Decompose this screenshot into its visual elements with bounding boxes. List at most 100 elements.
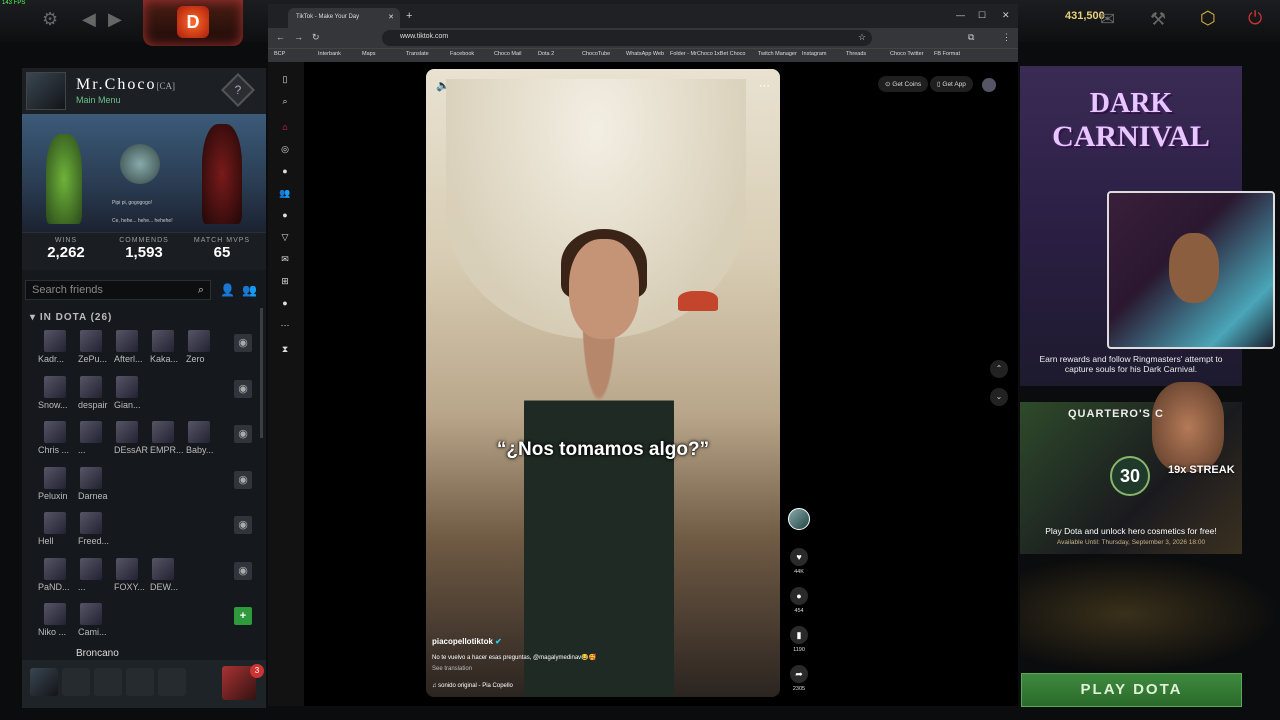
friend-avatar[interactable] xyxy=(188,421,210,443)
video-more-icon[interactable]: ⋯ xyxy=(759,79,770,92)
more-icon[interactable]: ⋯ xyxy=(279,320,291,332)
friend-avatar[interactable] xyxy=(116,330,138,352)
star-icon[interactable]: ☆ xyxy=(858,32,866,43)
watch-eye-icon[interactable]: ◉ xyxy=(234,379,252,398)
friend-avatar[interactable] xyxy=(116,557,138,580)
watch-eye-icon[interactable]: ◉ xyxy=(234,516,252,534)
friend-avatar[interactable] xyxy=(188,330,210,352)
bookmark-icon[interactable]: ▮ xyxy=(790,626,808,644)
bookmark-item[interactable]: Instagram xyxy=(802,51,826,57)
user-avatar[interactable] xyxy=(982,78,996,92)
plus-icon[interactable]: ⬡ xyxy=(1200,8,1216,29)
friend-name[interactable]: Niko ... xyxy=(38,627,66,637)
get-coins-button[interactable]: ⊙ Get Coins xyxy=(878,76,929,92)
heart-icon[interactable]: ♥ xyxy=(790,548,808,566)
friend-avatar[interactable] xyxy=(152,557,174,580)
friend-name[interactable]: Kadr... xyxy=(38,354,64,364)
friend-name[interactable]: Zero xyxy=(186,354,205,364)
friend-name[interactable]: DEssAR xyxy=(114,445,148,455)
add-friend-icon[interactable]: 👤 xyxy=(220,283,235,297)
video-username[interactable]: piacopellotiktok ✔ xyxy=(432,637,502,646)
bookmark-item[interactable]: Dota 2 xyxy=(538,51,554,57)
bookmark-item[interactable]: 1xBet Choco xyxy=(714,51,746,57)
search-icon[interactable]: ⌕ xyxy=(198,284,204,297)
friend-avatar[interactable] xyxy=(44,330,66,352)
friend-avatar[interactable] xyxy=(152,421,174,443)
share-action[interactable]: ➦ 2305 xyxy=(790,665,808,692)
party-slot[interactable] xyxy=(158,668,186,696)
profile-icon[interactable]: ● xyxy=(279,298,291,310)
friend-avatar[interactable] xyxy=(44,375,66,398)
friend-name[interactable]: Afterl... xyxy=(114,354,143,364)
power-icon[interactable]: ⏻ xyxy=(1248,8,1262,29)
friends-search-input[interactable]: Search friends ⌕ xyxy=(25,280,211,300)
friend-avatar[interactable] xyxy=(44,557,66,580)
friend-broncano[interactable]: Broncano xyxy=(76,648,119,659)
home-icon[interactable]: ⌂ xyxy=(279,122,291,134)
friend-name[interactable]: Kaka... xyxy=(150,354,178,364)
watch-eye-icon[interactable]: ◉ xyxy=(234,425,252,443)
watch-eye-icon[interactable]: ◉ xyxy=(234,561,252,580)
bookmark-item[interactable]: Threads xyxy=(846,51,866,57)
save-action[interactable]: ▮ 1190 xyxy=(790,626,808,653)
close-window-icon[interactable]: ✕ xyxy=(1002,10,1010,21)
friends-list-icon[interactable]: 👥 xyxy=(242,283,257,297)
friend-avatar[interactable] xyxy=(80,512,102,534)
friend-name[interactable]: PaND... xyxy=(38,582,70,592)
bookmark-item[interactable]: Choco Mail xyxy=(494,51,522,57)
dota-logo-button[interactable]: D xyxy=(143,0,243,46)
hero-voice-line-1[interactable]: Pipi pi, gogogogo! xyxy=(112,200,152,206)
friend-avatar[interactable] xyxy=(152,330,174,352)
watch-eye-icon[interactable]: ◉ xyxy=(234,334,252,352)
close-tab-icon[interactable]: ✕ xyxy=(388,13,394,21)
friend-avatar[interactable] xyxy=(44,421,66,443)
bookmark-item[interactable]: BCP xyxy=(274,51,285,57)
friend-name[interactable]: FOXY... xyxy=(114,582,145,592)
live-icon[interactable]: ● xyxy=(279,210,291,222)
rank-medal[interactable]: ? xyxy=(221,73,255,107)
friend-name[interactable]: ZePu... xyxy=(78,354,107,364)
bookmark-item[interactable]: Facebook xyxy=(450,51,474,57)
explore-icon[interactable]: ◎ xyxy=(279,144,291,156)
friend-name[interactable]: Baby... xyxy=(186,445,213,455)
friend-avatar[interactable] xyxy=(116,375,138,398)
see-translation-link[interactable]: See translation xyxy=(432,666,472,672)
friend-name[interactable]: Peluxin xyxy=(38,491,68,501)
friend-avatar[interactable] xyxy=(80,466,102,489)
share-icon[interactable]: ➦ xyxy=(790,665,808,683)
bookmark-item[interactable]: ChocoTube xyxy=(582,51,610,57)
party-slot[interactable] xyxy=(94,668,122,696)
armory-icon[interactable]: ⚒ xyxy=(1150,9,1166,30)
friend-avatar[interactable] xyxy=(44,603,66,625)
watch-eye-icon[interactable]: ◉ xyxy=(234,470,252,489)
friend-name[interactable]: DEW... xyxy=(150,582,178,592)
friend-name[interactable]: Snow... xyxy=(38,400,68,410)
previous-video-icon[interactable]: ⌃ xyxy=(990,360,1008,378)
profile-header[interactable]: Mr.Choco[CA] Main Menu ? xyxy=(22,68,266,114)
video-sound[interactable]: ♫ sonido original - Pia Copello xyxy=(432,683,513,689)
maximize-icon[interactable]: ☐ xyxy=(978,10,986,21)
get-app-button[interactable]: ▯ Get App xyxy=(930,76,973,92)
search-icon[interactable]: ⌕ xyxy=(279,96,291,108)
friend-avatar[interactable] xyxy=(44,512,66,534)
friend-avatar[interactable] xyxy=(80,557,102,580)
like-action[interactable]: ♥ 44K xyxy=(790,548,808,575)
bookmark-item[interactable]: Translate xyxy=(406,51,429,57)
add-icon[interactable]: + xyxy=(234,607,252,625)
new-tab-icon[interactable]: + xyxy=(406,10,412,22)
creator-avatar[interactable] xyxy=(788,508,810,530)
friend-name[interactable]: Hell xyxy=(38,536,54,546)
friends-section-header[interactable]: ▾ IN DOTA (26) xyxy=(30,312,112,323)
back-icon[interactable]: ← xyxy=(276,32,285,42)
menu-icon[interactable]: ⋮ xyxy=(1002,32,1011,43)
play-dota-button[interactable]: PLAY DOTA xyxy=(1021,673,1242,707)
following-icon[interactable]: ● xyxy=(279,166,291,178)
friend-name[interactable]: ... xyxy=(78,445,86,455)
address-bar[interactable]: www.tiktok.com xyxy=(382,30,872,46)
friend-name[interactable]: despair xyxy=(78,400,108,410)
mail-icon[interactable]: ✉ xyxy=(1100,9,1115,30)
inbox-icon[interactable]: ▽ xyxy=(279,232,291,244)
forward-arrow-icon[interactable]: ▶ xyxy=(108,9,122,30)
friend-avatar[interactable] xyxy=(80,603,102,625)
settings-gear-icon[interactable]: ⚙ xyxy=(42,9,58,30)
